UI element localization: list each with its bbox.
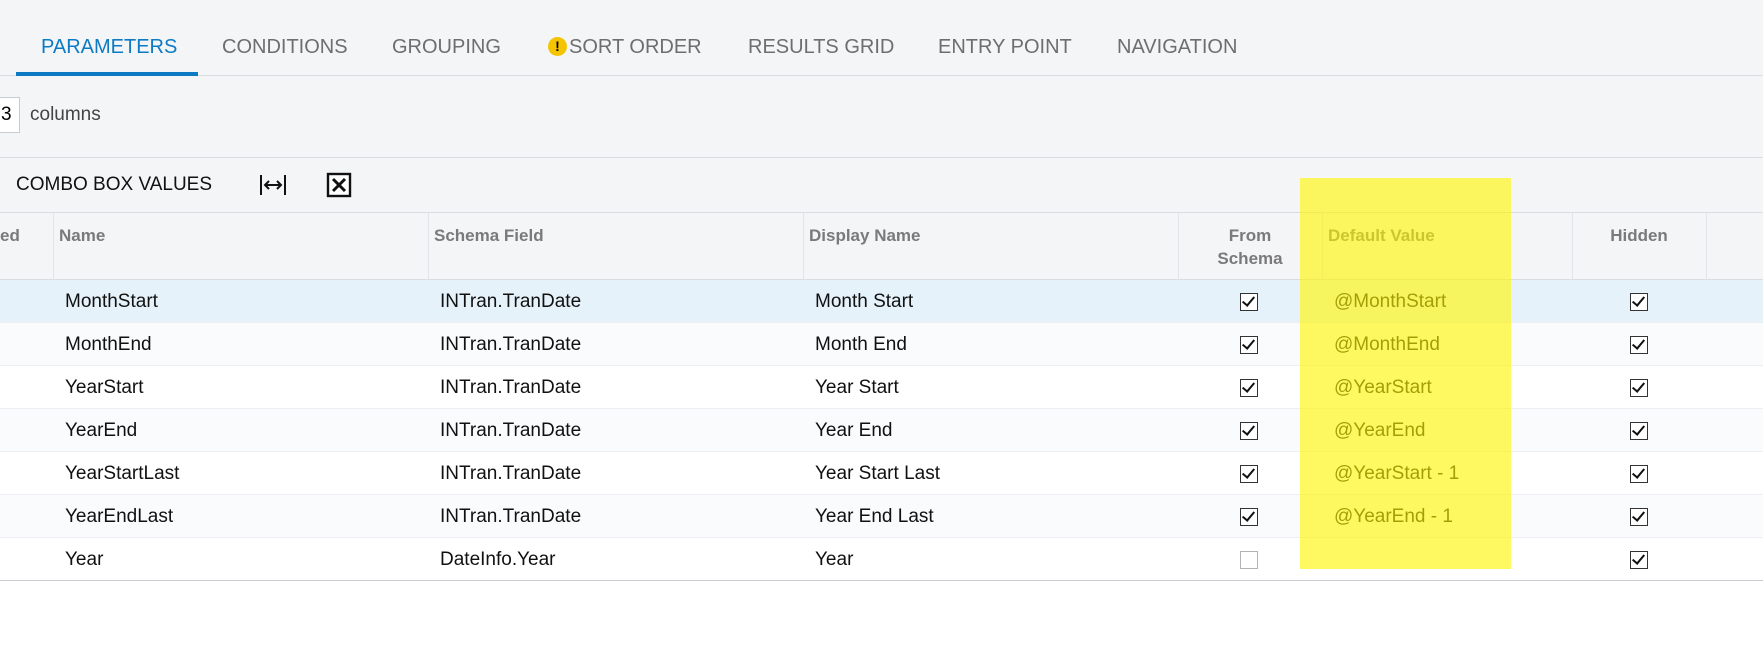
- cell-schema-field[interactable]: INTran.TranDate: [440, 323, 581, 366]
- header-from-schema[interactable]: From Schema: [1178, 213, 1322, 280]
- table-row[interactable]: MonthEnd INTran.TranDate Month End @Mont…: [0, 323, 1763, 366]
- cell-display-name[interactable]: Year Start Last: [815, 452, 940, 495]
- grid-toolbar: COMBO BOX VALUES: [0, 158, 1763, 213]
- tab-grouping[interactable]: GROUPING: [392, 36, 501, 59]
- cell-default-value[interactable]: @YearEnd - 1: [1334, 495, 1453, 538]
- table-row[interactable]: Year DateInfo.Year Year: [0, 538, 1763, 581]
- cell-default-value[interactable]: @YearStart: [1334, 366, 1432, 409]
- header-from-schema-line2: Schema: [1217, 249, 1283, 268]
- from-schema-checkbox[interactable]: [1240, 465, 1258, 483]
- hidden-checkbox[interactable]: [1630, 293, 1648, 311]
- tab-entry-point[interactable]: ENTRY POINT: [938, 36, 1072, 59]
- header-from-schema-line1: From: [1228, 226, 1272, 245]
- hidden-checkbox[interactable]: [1630, 551, 1648, 569]
- export-excel-icon[interactable]: [324, 170, 354, 200]
- tab-sort-order-label: SORT ORDER: [569, 36, 702, 58]
- combo-box-values-button[interactable]: COMBO BOX VALUES: [16, 174, 212, 196]
- cell-display-name[interactable]: Year End: [815, 409, 892, 452]
- columns-setting-row: 3 columns: [0, 76, 1763, 158]
- table-row[interactable]: MonthStart INTran.TranDate Month Start @…: [0, 280, 1763, 323]
- columns-count-input[interactable]: 3: [0, 97, 20, 133]
- column-separator[interactable]: [1706, 213, 1707, 280]
- from-schema-checkbox[interactable]: [1240, 336, 1258, 354]
- table-row[interactable]: YearStartLast INTran.TranDate Year Start…: [0, 452, 1763, 495]
- warning-icon: !: [548, 37, 567, 56]
- from-schema-checkbox[interactable]: [1240, 293, 1258, 311]
- header-default-value[interactable]: Default Value: [1322, 213, 1572, 280]
- cell-default-value[interactable]: @MonthStart: [1334, 280, 1446, 323]
- cell-schema-field[interactable]: DateInfo.Year: [440, 538, 556, 581]
- header-name[interactable]: Name: [53, 213, 428, 280]
- cell-display-name[interactable]: Year Start: [815, 366, 899, 409]
- table-row[interactable]: YearStart INTran.TranDate Year Start @Ye…: [0, 366, 1763, 409]
- cell-default-value[interactable]: @YearStart - 1: [1334, 452, 1459, 495]
- cell-name[interactable]: YearEndLast: [65, 495, 173, 538]
- from-schema-checkbox[interactable]: [1240, 379, 1258, 397]
- hidden-checkbox[interactable]: [1630, 508, 1648, 526]
- hidden-checkbox[interactable]: [1630, 422, 1648, 440]
- cell-display-name[interactable]: Month End: [815, 323, 907, 366]
- cell-name[interactable]: Year: [65, 538, 103, 581]
- cell-default-value[interactable]: @MonthEnd: [1334, 323, 1440, 366]
- cell-name[interactable]: MonthStart: [65, 280, 158, 323]
- cell-display-name[interactable]: Month Start: [815, 280, 913, 323]
- table-row[interactable]: YearEndLast INTran.TranDate Year End Las…: [0, 495, 1763, 538]
- cell-display-name[interactable]: Year End Last: [815, 495, 934, 538]
- cell-name[interactable]: YearStartLast: [65, 452, 179, 495]
- tab-navigation[interactable]: NAVIGATION: [1117, 36, 1237, 59]
- cell-display-name[interactable]: Year: [815, 538, 853, 581]
- header-schema-field[interactable]: Schema Field: [428, 213, 803, 280]
- hidden-checkbox[interactable]: [1630, 336, 1648, 354]
- tab-bar: PARAMETERS CONDITIONS GROUPING ! SORT ORD…: [0, 0, 1763, 76]
- tab-conditions[interactable]: CONDITIONS: [222, 36, 348, 59]
- cell-schema-field[interactable]: INTran.TranDate: [440, 366, 581, 409]
- hidden-checkbox[interactable]: [1630, 465, 1648, 483]
- columns-label: columns: [30, 104, 101, 125]
- hidden-checkbox[interactable]: [1630, 379, 1648, 397]
- tab-sort-order[interactable]: ! SORT ORDER: [548, 36, 702, 59]
- from-schema-checkbox[interactable]: [1240, 551, 1258, 569]
- from-schema-checkbox[interactable]: [1240, 508, 1258, 526]
- fit-columns-icon[interactable]: [258, 170, 288, 200]
- header-hidden[interactable]: Hidden: [1572, 213, 1706, 280]
- cell-name[interactable]: YearEnd: [65, 409, 137, 452]
- from-schema-checkbox[interactable]: [1240, 422, 1258, 440]
- cell-name[interactable]: MonthEnd: [65, 323, 152, 366]
- header-required[interactable]: ed: [0, 213, 53, 280]
- cell-default-value[interactable]: @YearEnd: [1334, 409, 1425, 452]
- cell-schema-field[interactable]: INTran.TranDate: [440, 409, 581, 452]
- table-row[interactable]: YearEnd INTran.TranDate Year End @YearEn…: [0, 409, 1763, 452]
- cell-schema-field[interactable]: INTran.TranDate: [440, 280, 581, 323]
- grid-header: ed Name Schema Field Display Name From S…: [0, 213, 1763, 280]
- header-display-name[interactable]: Display Name: [803, 213, 1178, 280]
- cell-schema-field[interactable]: INTran.TranDate: [440, 452, 581, 495]
- tab-results-grid[interactable]: RESULTS GRID: [748, 36, 894, 59]
- cell-schema-field[interactable]: INTran.TranDate: [440, 495, 581, 538]
- tab-parameters[interactable]: PARAMETERS: [41, 36, 177, 59]
- cell-name[interactable]: YearStart: [65, 366, 144, 409]
